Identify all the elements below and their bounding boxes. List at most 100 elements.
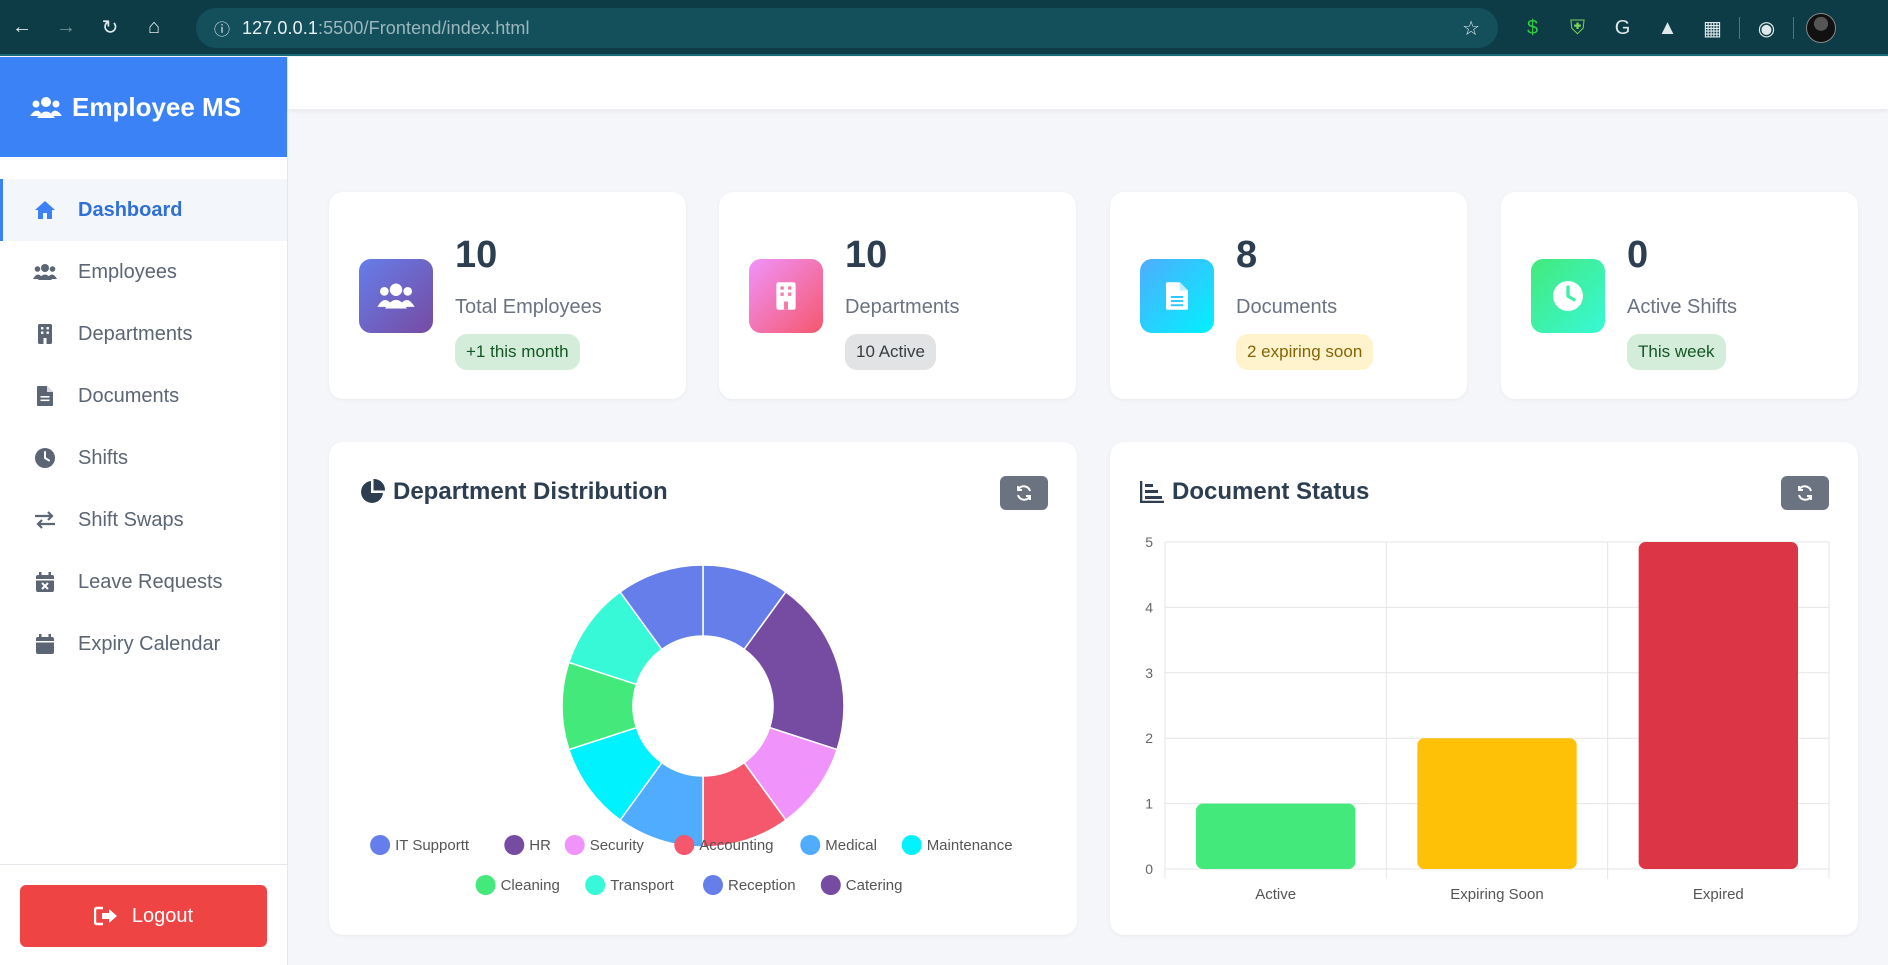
legend-swatch xyxy=(504,835,525,855)
legend-label: Maintenance xyxy=(927,837,1013,854)
brand[interactable]: Employee MS xyxy=(0,57,287,157)
document-status-panel: Document Status 0 1 2 3 4 5 Active Expiring Soo… xyxy=(1110,442,1858,935)
sidebar-item-label: Dashboard xyxy=(78,198,183,221)
stat-card-departments: 10 Departments 10 Active xyxy=(719,192,1076,399)
status-badge: 10 Active xyxy=(845,334,936,370)
url-host: 127.0.0.1 xyxy=(242,17,318,38)
money-extension-icon[interactable]: $ xyxy=(1510,0,1555,56)
sidebar: Employee MS Dashboard Employees Departme… xyxy=(0,57,288,965)
sidebar-item-label: Departments xyxy=(78,322,193,345)
sidebar-item-label: Shifts xyxy=(78,446,129,469)
legend-label: IT Supportt xyxy=(395,837,470,854)
calendar-x-icon xyxy=(32,570,58,594)
stat-label: Active Shifts xyxy=(1627,296,1738,318)
brand-name: Employee MS xyxy=(72,91,242,122)
sidebar-footer: Logout xyxy=(0,864,287,965)
legend-item-reception[interactable]: Reception xyxy=(703,875,796,895)
url-path: :5500/Frontend/index.html xyxy=(317,17,530,38)
sidebar-item-employees[interactable]: Employees xyxy=(0,241,287,303)
home-nav-icon[interactable]: ⌂ xyxy=(132,0,176,55)
sidebar-item-dashboard[interactable]: Dashboard xyxy=(0,179,287,241)
y-tick-label: 2 xyxy=(1145,730,1153,746)
legend-swatch xyxy=(674,835,695,855)
legend-label: Cleaning xyxy=(501,877,560,894)
sidebar-item-leave-requests[interactable]: Leave Requests xyxy=(0,551,287,613)
legend-swatch xyxy=(800,835,821,855)
sidebar-item-label: Leave Requests xyxy=(78,570,223,593)
stat-card-active-shifts: 0 Active Shifts This week xyxy=(1501,192,1858,399)
y-tick-label: 3 xyxy=(1145,665,1153,681)
shield-extension-icon[interactable]: ⛨ xyxy=(1555,0,1600,56)
back-icon[interactable]: ← xyxy=(0,0,44,55)
legend-label: Accounting xyxy=(699,837,773,854)
bookmark-star-icon[interactable]: ☆ xyxy=(1462,16,1480,41)
legend-label: Medical xyxy=(825,837,877,854)
bar-expired xyxy=(1638,542,1799,869)
stat-value: 10 xyxy=(455,234,498,276)
sidebar-item-label: Shift Swaps xyxy=(78,508,184,531)
stat-card-documents: 8 Documents 2 expiring soon xyxy=(1110,192,1467,399)
exchange-icon xyxy=(32,508,58,532)
clock-icon xyxy=(32,446,58,470)
users-icon xyxy=(359,259,433,333)
legend-label: Catering xyxy=(846,877,903,894)
legend-swatch xyxy=(564,835,585,855)
legend-item-transport[interactable]: Transport xyxy=(585,875,675,895)
screenshot-icon[interactable]: ◉ xyxy=(1744,0,1789,56)
divider xyxy=(1793,17,1794,39)
avatar xyxy=(1805,13,1836,43)
legend-item-accounting[interactable]: Accounting xyxy=(674,835,774,855)
sidebar-item-label: Employees xyxy=(78,260,177,283)
file-icon xyxy=(1140,259,1214,333)
address-bar[interactable]: ⓘ 127.0.0.1:5500/Frontend/index.html ☆ xyxy=(196,8,1498,48)
legend-label: Transport xyxy=(610,877,674,894)
legend-item-cleaning[interactable]: Cleaning xyxy=(475,875,560,895)
sidebar-item-shifts[interactable]: Shifts xyxy=(0,427,287,489)
legend-swatch xyxy=(901,835,922,855)
extension-icon[interactable]: ▲ xyxy=(1645,0,1690,56)
legend-swatch xyxy=(475,875,496,895)
stat-label: Total Employees xyxy=(455,296,602,318)
legend-swatch xyxy=(820,875,841,895)
bar-expiring-soon xyxy=(1417,738,1577,869)
x-tick-label: Active xyxy=(1255,886,1296,903)
logout-button[interactable]: Logout xyxy=(20,885,267,947)
users-icon xyxy=(30,97,62,118)
site-info-icon[interactable]: ⓘ xyxy=(202,16,242,40)
stat-value: 8 xyxy=(1236,234,1258,276)
donut-chart: IT Supportt HR Security Accounting Medical Ma… xyxy=(370,564,1013,895)
legend-label: HR xyxy=(529,837,551,854)
reload-icon[interactable]: ↻ xyxy=(88,0,132,55)
stat-label: Documents xyxy=(1236,296,1338,318)
legend-item-catering[interactable]: Catering xyxy=(820,875,903,895)
y-tick-label: 4 xyxy=(1145,599,1153,615)
building-icon xyxy=(32,322,58,346)
x-tick-label: Expiring Soon xyxy=(1450,886,1543,903)
legend-label: Reception xyxy=(728,877,796,894)
stat-value: 10 xyxy=(845,234,888,276)
sidebar-item-expiry-calendar[interactable]: Expiry Calendar xyxy=(0,613,287,675)
puzzle-icon[interactable]: ▦ xyxy=(1690,0,1735,56)
sidebar-item-label: Documents xyxy=(78,384,180,407)
grammarly-icon[interactable]: G xyxy=(1600,0,1645,56)
sidebar-item-label: Expiry Calendar xyxy=(78,632,221,655)
legend-item-maintenance[interactable]: Maintenance xyxy=(901,835,1013,855)
forward-icon[interactable]: → xyxy=(44,0,88,55)
y-tick-label: 0 xyxy=(1145,861,1153,877)
legend-item-medical[interactable]: Medical xyxy=(800,835,877,855)
profile-avatar[interactable] xyxy=(1798,0,1843,56)
legend-item-it-supportt[interactable]: IT Supportt xyxy=(370,835,470,855)
sidebar-item-shift-swaps[interactable]: Shift Swaps xyxy=(0,489,287,551)
url-text: 127.0.0.1:5500/Frontend/index.html xyxy=(242,18,530,39)
calendar-icon xyxy=(32,632,58,656)
stat-label: Departments xyxy=(845,296,960,318)
sidebar-item-departments[interactable]: Departments xyxy=(0,303,287,365)
top-header xyxy=(288,57,1888,109)
legend-item-security[interactable]: Security xyxy=(564,835,645,855)
legend-item-hr[interactable]: HR xyxy=(504,835,551,855)
department-distribution-panel: Department Distribution IT Supportt HR Sec… xyxy=(329,442,1077,935)
divider xyxy=(1739,17,1740,39)
legend-swatch xyxy=(703,875,723,895)
status-badge: This week xyxy=(1627,334,1726,370)
sidebar-item-documents[interactable]: Documents xyxy=(0,365,287,427)
